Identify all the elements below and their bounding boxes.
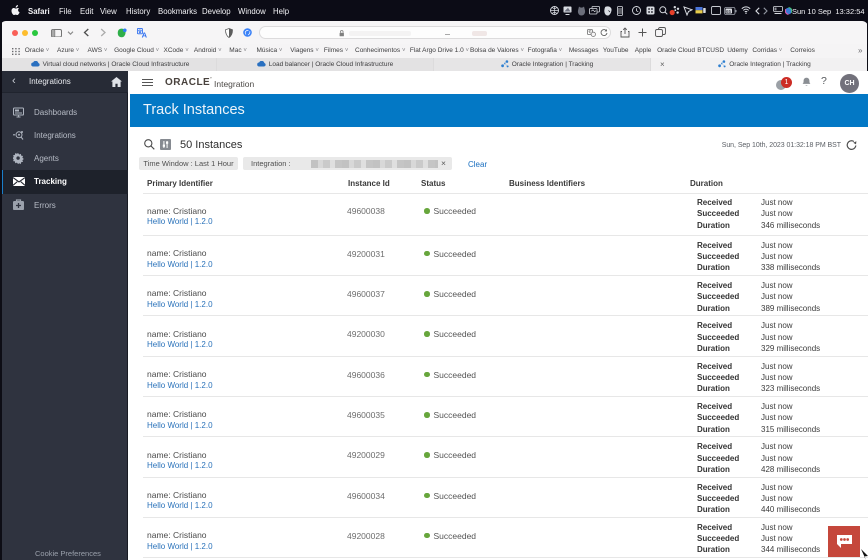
svg-text:A: A	[141, 30, 146, 37]
svg-text:65: 65	[726, 9, 732, 14]
